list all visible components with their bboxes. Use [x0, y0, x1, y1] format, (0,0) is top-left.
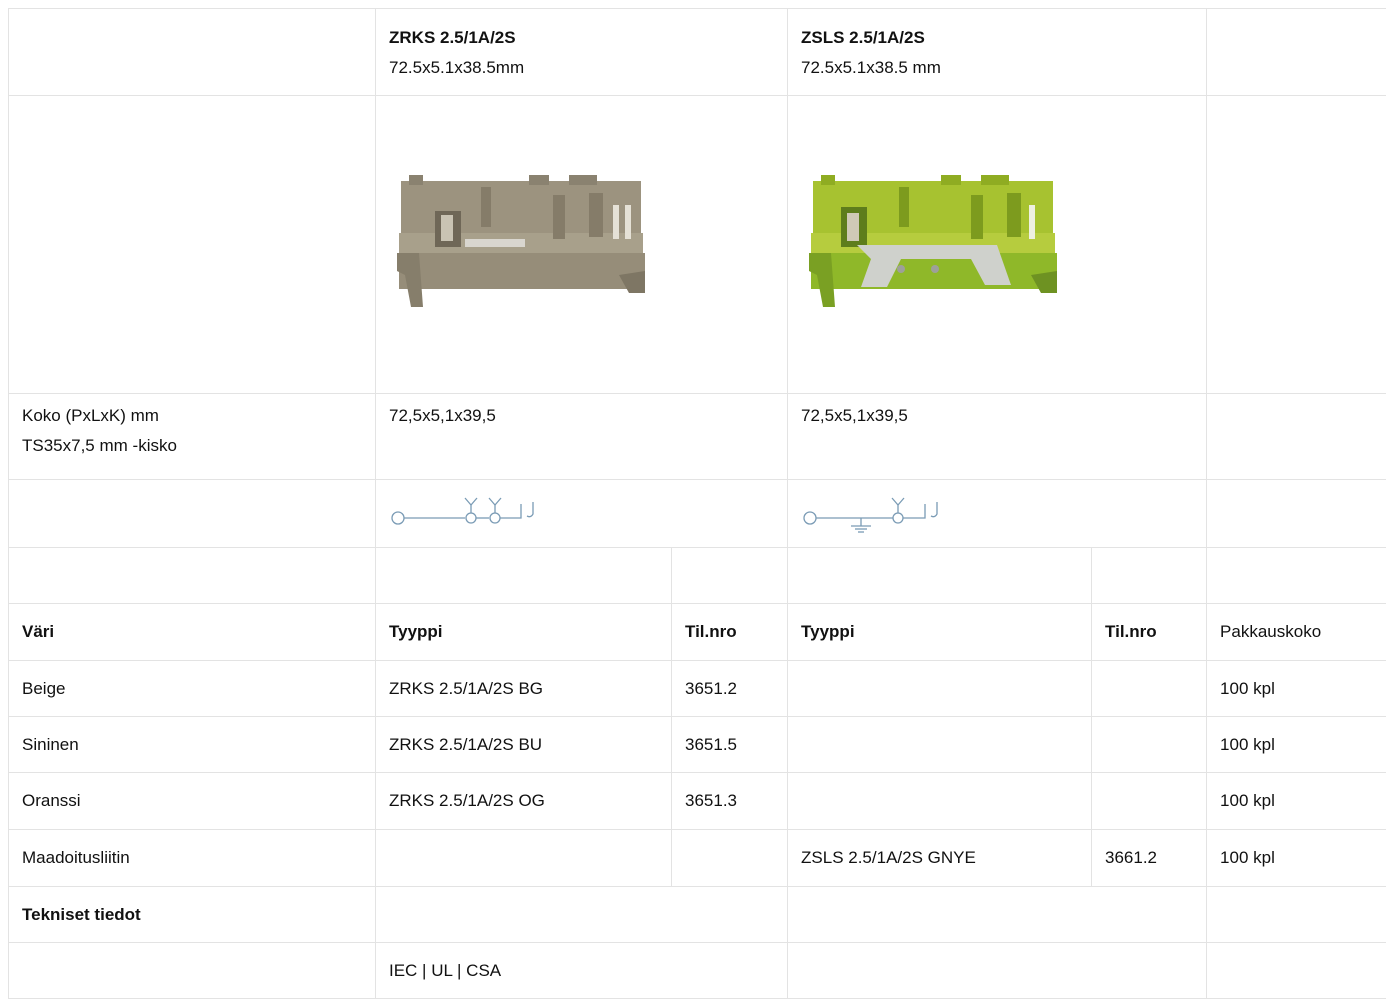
size-label: Koko (PxLxK) mm — [22, 401, 362, 431]
empty-cell — [9, 548, 376, 604]
wiring-diagram-2 — [801, 494, 981, 534]
product-2-header: ZSLS 2.5/1A/2S 72.5x5.1x38.5 mm — [788, 9, 1207, 96]
row-pack: 100 kpl — [1207, 773, 1386, 830]
empty-cell — [1207, 943, 1386, 999]
row-color: Maadoitusliitin — [9, 830, 376, 887]
header-pack: Pakkauskoko — [1207, 604, 1386, 661]
table-row: Maadoitusliitin ZSLS 2.5/1A/2S GNYE 3661… — [9, 830, 1386, 887]
size-label-cell: Koko (PxLxK) mm TS35x7,5 mm -kisko — [9, 394, 376, 480]
row-color: Beige — [9, 661, 376, 717]
row-order-2 — [1092, 661, 1207, 717]
row-type-1 — [376, 830, 672, 887]
table-row: Oranssi ZRKS 2.5/1A/2S OG 3651.3 100 kpl — [9, 773, 1386, 830]
empty-cell — [1207, 394, 1386, 480]
row-order-1: 3651.5 — [672, 717, 788, 773]
product-2-image — [801, 175, 1061, 315]
size-value-2: 72,5x5,1x39,5 — [801, 401, 1193, 431]
product-1-image — [389, 175, 649, 315]
size-value-1: 72,5x5,1x39,5 — [389, 401, 774, 431]
column-header-row: Väri Tyyppi Til.nro Tyyppi Til.nro Pakka… — [9, 604, 1386, 661]
diagram-1-cell — [376, 480, 788, 548]
product-header-row: ZRKS 2.5/1A/2S 72.5x5.1x38.5mm ZSLS 2.5/… — [9, 9, 1386, 96]
row-order-1: 3651.3 — [672, 773, 788, 830]
wiring-diagram-1 — [389, 494, 569, 534]
empty-cell — [9, 96, 376, 394]
empty-cell — [1092, 548, 1207, 604]
row-type-1: ZRKS 2.5/1A/2S OG — [376, 773, 672, 830]
spacer-row — [9, 548, 1386, 604]
row-type-1: ZRKS 2.5/1A/2S BG — [376, 661, 672, 717]
row-pack: 100 kpl — [1207, 830, 1386, 887]
empty-cell — [9, 943, 376, 999]
empty-cell — [1207, 480, 1386, 548]
table-row: Sininen ZRKS 2.5/1A/2S BU 3651.5 100 kpl — [9, 717, 1386, 773]
row-color: Sininen — [9, 717, 376, 773]
size-value-2-cell: 72,5x5,1x39,5 — [788, 394, 1207, 480]
diagram-2-cell — [788, 480, 1207, 548]
header-order-2: Til.nro — [1092, 604, 1207, 661]
size-row: Koko (PxLxK) mm TS35x7,5 mm -kisko 72,5x… — [9, 394, 1386, 480]
empty-cell — [788, 548, 1092, 604]
row-order-2 — [1092, 717, 1207, 773]
product-1-image-cell — [376, 96, 788, 394]
tech-title-row: Tekniset tiedot — [9, 887, 1386, 943]
empty-cell — [376, 548, 672, 604]
empty-cell — [9, 480, 376, 548]
row-type-1: ZRKS 2.5/1A/2S BU — [376, 717, 672, 773]
rail-label: TS35x7,5 mm -kisko — [22, 431, 362, 461]
product-2-name: ZSLS 2.5/1A/2S — [801, 23, 1193, 53]
row-color: Oranssi — [9, 773, 376, 830]
product-image-row — [9, 96, 1386, 394]
empty-cell — [788, 943, 1207, 999]
header-color: Väri — [9, 604, 376, 661]
row-type-2 — [788, 661, 1092, 717]
product-2-dims: 72.5x5.1x38.5 mm — [801, 53, 1193, 83]
empty-cell — [376, 887, 788, 943]
diagram-row — [9, 480, 1386, 548]
product-table: ZRKS 2.5/1A/2S 72.5x5.1x38.5mm ZSLS 2.5/… — [8, 8, 1386, 999]
empty-cell — [788, 887, 1207, 943]
tech-title: Tekniset tiedot — [9, 887, 376, 943]
row-order-1 — [672, 830, 788, 887]
approvals: IEC | UL | CSA — [376, 943, 788, 999]
product-1-name: ZRKS 2.5/1A/2S — [389, 23, 774, 53]
header-type-2: Tyyppi — [788, 604, 1092, 661]
empty-cell — [672, 548, 788, 604]
row-type-2 — [788, 773, 1092, 830]
row-type-2: ZSLS 2.5/1A/2S GNYE — [788, 830, 1092, 887]
product-1-dims: 72.5x5.1x38.5mm — [389, 53, 774, 83]
row-order-2 — [1092, 773, 1207, 830]
size-value-1-cell: 72,5x5,1x39,5 — [376, 394, 788, 480]
table-row: Beige ZRKS 2.5/1A/2S BG 3651.2 100 kpl — [9, 661, 1386, 717]
empty-cell — [1207, 887, 1386, 943]
tech-approvals-row: IEC | UL | CSA — [9, 943, 1386, 999]
empty-cell — [1207, 9, 1386, 96]
header-type-1: Tyyppi — [376, 604, 672, 661]
row-type-2 — [788, 717, 1092, 773]
product-1-header: ZRKS 2.5/1A/2S 72.5x5.1x38.5mm — [376, 9, 788, 96]
header-order-1: Til.nro — [672, 604, 788, 661]
row-order-1: 3651.2 — [672, 661, 788, 717]
empty-cell — [9, 9, 376, 96]
empty-cell — [1207, 96, 1386, 394]
product-2-image-cell — [788, 96, 1207, 394]
row-pack: 100 kpl — [1207, 661, 1386, 717]
row-order-2: 3661.2 — [1092, 830, 1207, 887]
empty-cell — [1207, 548, 1386, 604]
row-pack: 100 kpl — [1207, 717, 1386, 773]
